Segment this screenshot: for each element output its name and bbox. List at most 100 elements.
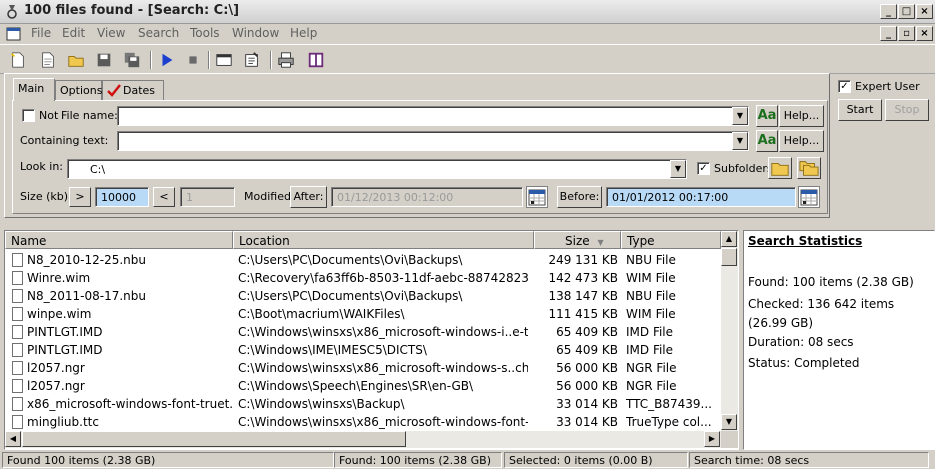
multi-folder-icon[interactable] xyxy=(797,157,821,179)
save-all-icon[interactable] xyxy=(122,50,142,70)
cell-name: l2057.ngr xyxy=(27,361,85,375)
stats-title[interactable]: Search Statistics xyxy=(748,234,862,248)
menu-search[interactable]: Search xyxy=(138,26,179,40)
stats-found: Found: 100 items (2.38 GB) xyxy=(748,275,914,289)
filename-help-button[interactable]: Help... xyxy=(779,105,824,127)
stop-icon[interactable] xyxy=(183,50,203,70)
menu-window[interactable]: Window xyxy=(232,26,279,40)
cell-location: C:\Windows\winsxs\x86_microsoft-windows-… xyxy=(238,361,528,375)
column-header-size[interactable]: Size ▼ xyxy=(534,231,621,249)
calendar-icon[interactable] xyxy=(798,186,820,208)
table-row[interactable]: x86_microsoft-windows-font-truet... C:\Wi… xyxy=(5,395,721,413)
scroll-thumb[interactable] xyxy=(721,248,737,266)
stats-status: Status: Completed xyxy=(748,356,860,370)
dropdown-arrow-icon[interactable]: ▼ xyxy=(732,132,748,150)
expert-user-checkbox[interactable]: ✓ xyxy=(838,80,851,93)
file-icon xyxy=(12,379,23,393)
size-greater-button[interactable]: > xyxy=(69,187,91,207)
cell-type: NBU File xyxy=(626,253,676,267)
table-row[interactable]: PINTLGT.IMD C:\Windows\winsxs\x86_microso… xyxy=(5,323,721,341)
tab-main[interactable]: Main xyxy=(13,78,55,101)
horizontal-scrollbar[interactable]: ◀ ▶ xyxy=(5,431,721,448)
browse-folder-icon[interactable] xyxy=(768,157,792,179)
child-minimize-button[interactable]: _ xyxy=(880,26,897,41)
menu-tools[interactable]: Tools xyxy=(190,26,220,40)
child-restore-button[interactable]: ▫ xyxy=(898,26,915,41)
cell-type: IMD File xyxy=(626,343,674,357)
minimize-button[interactable]: _ xyxy=(880,4,897,19)
stats-checked: Checked: 136 642 items (26.99 GB) xyxy=(748,297,895,330)
filename-combo[interactable]: ▼ xyxy=(117,106,749,126)
dropdown-arrow-icon[interactable]: ▼ xyxy=(732,107,748,125)
cell-size: 65 409 KB xyxy=(556,343,618,357)
cell-location: C:\Users\PC\Documents\Ovi\Backups\ xyxy=(238,289,463,303)
lookin-combo[interactable]: C:\ ▼ xyxy=(67,159,687,179)
after-button[interactable]: After: xyxy=(290,186,327,208)
scroll-right-icon[interactable]: ▶ xyxy=(704,431,720,447)
toolbar-separator xyxy=(270,51,272,69)
table-row[interactable]: l2057.ngr C:\Windows\Speech\Engines\SR\en… xyxy=(5,377,721,395)
maximize-button[interactable]: □ xyxy=(898,4,915,19)
menu-file[interactable]: File xyxy=(31,26,51,40)
menu-view[interactable]: View xyxy=(97,26,125,40)
vertical-scrollbar[interactable]: ▲ ▼ xyxy=(721,231,738,431)
column-header-name[interactable]: Name xyxy=(5,231,233,249)
cell-name: Winre.wim xyxy=(27,271,91,285)
menu-help[interactable]: Help xyxy=(290,26,317,40)
not-label: Not xyxy=(39,109,59,122)
cell-name: N8_2010-12-25.nbu xyxy=(27,253,146,267)
stop-button[interactable]: Stop xyxy=(885,99,929,121)
scroll-down-icon[interactable]: ▼ xyxy=(721,414,737,430)
case-sensitive-text-button[interactable]: Aa xyxy=(756,130,778,152)
containing-help-button[interactable]: Help... xyxy=(779,130,824,152)
child-close-button[interactable]: × xyxy=(916,26,933,41)
properties-icon[interactable] xyxy=(242,50,262,70)
stats-duration: Duration: 08 secs xyxy=(748,335,854,349)
table-row[interactable]: mingliub.ttc C:\Windows\winsxs\x86_micros… xyxy=(5,413,721,431)
before-date-field[interactable]: 01/01/2012 00:17:00 xyxy=(606,187,796,207)
table-row[interactable]: l2057.ngr C:\Windows\winsxs\x86_microsoft… xyxy=(5,359,721,377)
title-bar: 100 files found - [Search: C:\] _ □ × xyxy=(0,0,935,24)
cell-type: IMD File xyxy=(626,325,674,339)
table-row[interactable]: PINTLGT.IMD C:\Windows\IME\IMESC5\DICTS\ 6… xyxy=(5,341,721,359)
horizontal-scroll-thumb[interactable] xyxy=(22,431,406,447)
print-icon[interactable] xyxy=(276,50,296,70)
dropdown-arrow-icon[interactable]: ▼ xyxy=(670,160,686,178)
table-row[interactable]: winpe.wim C:\Boot\macrium\WAIKFiles\ 111 4… xyxy=(5,305,721,323)
size-less-field[interactable]: 1 xyxy=(180,187,235,207)
after-date-field[interactable]: 01/12/2013 00:12:00 xyxy=(331,187,523,207)
tab-dates[interactable]: Dates xyxy=(102,80,164,100)
cell-size: 56 000 KB xyxy=(556,361,618,375)
containing-combo[interactable]: ▼ xyxy=(117,131,749,151)
tab-options[interactable]: Options xyxy=(55,80,102,100)
calendar-icon[interactable] xyxy=(526,186,548,208)
status-bar: Found 100 items (2.38 GB) Found: 100 ite… xyxy=(0,451,935,469)
cell-size: 142 473 KB xyxy=(548,271,618,285)
column-header-type[interactable]: Type xyxy=(621,231,721,249)
open-icon[interactable] xyxy=(66,50,86,70)
table-row[interactable]: N8_2011-08-17.nbu C:\Users\PC\Documents\O… xyxy=(5,287,721,305)
size-less-button[interactable]: < xyxy=(153,187,175,207)
scroll-up-icon[interactable]: ▲ xyxy=(721,231,737,247)
size-greater-field[interactable]: 10000 xyxy=(95,187,149,207)
table-row[interactable]: Winre.wim C:\Recovery\fa63ff6b-8503-11df-… xyxy=(5,269,721,287)
lookin-value: C:\ xyxy=(90,163,106,176)
new-icon[interactable] xyxy=(8,50,28,70)
play-icon[interactable] xyxy=(157,50,177,70)
scroll-left-icon[interactable]: ◀ xyxy=(5,431,21,447)
column-header-location[interactable]: Location xyxy=(233,231,534,249)
new-doc-icon[interactable] xyxy=(38,50,58,70)
subfolders-checkbox[interactable]: ✓ xyxy=(697,162,710,175)
window-icon[interactable] xyxy=(214,50,234,70)
start-button[interactable]: Start xyxy=(838,99,882,121)
case-sensitive-button[interactable]: Aa xyxy=(756,105,778,127)
before-button[interactable]: Before: xyxy=(557,186,602,208)
book-icon[interactable] xyxy=(306,50,326,70)
close-button[interactable]: × xyxy=(916,4,933,19)
save-icon[interactable] xyxy=(94,50,114,70)
menu-edit[interactable]: Edit xyxy=(62,26,85,40)
status-left: Found 100 items (2.38 GB) xyxy=(2,452,334,468)
file-icon xyxy=(12,307,23,321)
not-checkbox[interactable] xyxy=(22,109,35,122)
table-row[interactable]: N8_2010-12-25.nbu C:\Users\PC\Documents\O… xyxy=(5,251,721,269)
